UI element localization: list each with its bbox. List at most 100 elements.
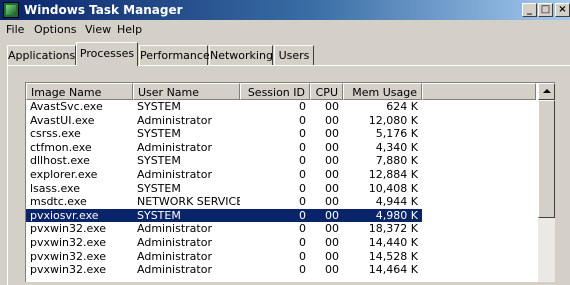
tab-processes[interactable]: Processes	[76, 42, 138, 66]
process-image-name: dllhost.exe	[30, 154, 90, 168]
table-row[interactable]: pvxwin32.exe Administrator 0 00 14,464 K	[26, 263, 536, 277]
close-button[interactable]: ×	[555, 3, 570, 17]
table-row[interactable]: AvastUI.exe Administrator 0 00 12,080 K	[26, 114, 536, 128]
process-session-id: 0	[299, 195, 306, 209]
process-session-id: 0	[299, 140, 306, 154]
process-cpu: 00	[325, 235, 339, 249]
process-user-name: Administrator	[137, 263, 212, 277]
process-image-name: ctfmon.exe	[30, 140, 92, 154]
process-user-name: Administrator	[137, 249, 212, 263]
process-user-name: SYSTEM	[137, 127, 181, 141]
table-row[interactable]: explorer.exe Administrator 0 00 12,884 K	[26, 168, 536, 182]
table-row[interactable]: pvxwin32.exe Administrator 0 00 14,528 K	[26, 250, 536, 264]
process-cpu: 00	[325, 140, 339, 154]
process-session-id: 0	[299, 127, 306, 141]
table-row[interactable]: msdtc.exe NETWORK SERVICE 0 00 4,944 K	[26, 195, 536, 209]
column-header-cpu[interactable]: CPU	[310, 83, 343, 100]
process-session-id: 0	[299, 100, 306, 113]
tab-users[interactable]: Users	[274, 45, 314, 65]
tab-applications[interactable]: Applications	[7, 45, 76, 65]
process-image-name: lsass.exe	[30, 181, 80, 195]
process-session-id: 0	[299, 208, 306, 222]
process-mem-usage: 14,440 K	[368, 235, 418, 249]
process-user-name: Administrator	[137, 222, 212, 236]
tab-performance[interactable]: Performance	[139, 45, 210, 65]
process-cpu: 00	[325, 249, 339, 263]
column-header-image-name[interactable]: Image Name	[26, 83, 133, 100]
table-row[interactable]: pvxwin32.exe Administrator 0 00 18,372 K	[26, 222, 536, 236]
process-list[interactable]: Image Name User Name Session ID CPU Mem …	[25, 82, 555, 282]
process-mem-usage: 18,372 K	[368, 222, 418, 236]
process-session-id: 0	[299, 113, 306, 127]
process-cpu: 00	[325, 154, 339, 168]
vertical-scrollbar[interactable]	[538, 83, 555, 282]
title-bar[interactable]: Windows Task Manager _ □ ×	[0, 0, 570, 20]
process-user-name: Administrator	[137, 167, 212, 181]
table-row[interactable]: csrss.exe SYSTEM 0 00 5,176 K	[26, 127, 536, 141]
process-image-name: pvxwin32.exe	[30, 263, 107, 277]
process-user-name: Administrator	[137, 235, 212, 249]
menu-options[interactable]: Options	[34, 23, 76, 36]
menu-file[interactable]: File	[6, 23, 24, 36]
process-session-id: 0	[299, 167, 306, 181]
process-mem-usage: 4,340 K	[375, 140, 418, 154]
process-rows: AvastSvc.exe SYSTEM 0 00 624 K AvastUI.exe Adm…	[26, 100, 536, 277]
process-mem-usage: 5,176 K	[375, 127, 418, 141]
process-session-id: 0	[299, 154, 306, 168]
process-cpu: 00	[325, 127, 339, 141]
process-image-name: msdtc.exe	[30, 195, 87, 209]
process-cpu: 00	[325, 181, 339, 195]
process-user-name: SYSTEM	[137, 154, 181, 168]
process-mem-usage: 10,408 K	[368, 181, 418, 195]
process-cpu: 00	[325, 263, 339, 277]
process-session-id: 0	[299, 181, 306, 195]
column-header-user-name[interactable]: User Name	[133, 83, 240, 100]
process-user-name: Administrator	[137, 113, 212, 127]
process-image-name: pvxwin32.exe	[30, 249, 107, 263]
table-row[interactable]: ctfmon.exe Administrator 0 00 4,340 K	[26, 141, 536, 155]
process-image-name: explorer.exe	[30, 167, 98, 181]
process-mem-usage: 12,884 K	[368, 167, 418, 181]
table-row[interactable]: lsass.exe SYSTEM 0 00 10,408 K	[26, 182, 536, 196]
maximize-button[interactable]: □	[538, 3, 553, 17]
scrollbar-thumb[interactable]	[538, 100, 555, 218]
menu-view[interactable]: View	[85, 23, 111, 36]
table-row[interactable]: AvastSvc.exe SYSTEM 0 00 624 K	[26, 100, 536, 114]
process-session-id: 0	[299, 263, 306, 277]
process-mem-usage: 4,944 K	[375, 195, 418, 209]
table-row[interactable]: dllhost.exe SYSTEM 0 00 7,880 K	[26, 154, 536, 168]
process-mem-usage: 624 K	[386, 100, 418, 113]
menu-help[interactable]: Help	[117, 23, 142, 36]
window-title: Windows Task Manager	[24, 3, 183, 17]
process-cpu: 00	[325, 167, 339, 181]
process-session-id: 0	[299, 222, 306, 236]
process-user-name: SYSTEM	[137, 208, 181, 222]
process-mem-usage: 14,464 K	[368, 263, 418, 277]
process-user-name: NETWORK SERVICE	[137, 195, 240, 209]
table-row[interactable]: pvxiosvr.exe SYSTEM 0 00 4,980 K	[26, 208, 536, 223]
process-image-name: csrss.exe	[30, 127, 81, 141]
column-header-filler	[422, 83, 536, 100]
table-row[interactable]: pvxwin32.exe Administrator 0 00 14,440 K	[26, 236, 536, 250]
minimize-button[interactable]: _	[522, 3, 537, 17]
column-header-mem-usage[interactable]: Mem Usage	[343, 83, 422, 100]
process-mem-usage: 4,980 K	[375, 208, 418, 222]
process-mem-usage: 7,880 K	[375, 154, 418, 168]
column-header-session-id[interactable]: Session ID	[240, 83, 310, 100]
process-image-name: pvxiosvr.exe	[30, 208, 99, 222]
process-session-id: 0	[299, 235, 306, 249]
process-cpu: 00	[325, 100, 339, 113]
process-image-name: AvastSvc.exe	[30, 100, 103, 113]
tab-networking[interactable]: Networking	[209, 45, 273, 65]
process-cpu: 00	[325, 208, 339, 222]
process-mem-usage: 12,080 K	[368, 113, 418, 127]
process-mem-usage: 14,528 K	[368, 249, 418, 263]
process-cpu: 00	[325, 195, 339, 209]
process-user-name: Administrator	[137, 140, 212, 154]
process-user-name: SYSTEM	[137, 100, 181, 113]
process-image-name: pvxwin32.exe	[30, 235, 107, 249]
process-cpu: 00	[325, 222, 339, 236]
menu-bar: File Options View Help	[0, 20, 570, 39]
task-manager-app-icon	[3, 2, 19, 18]
scroll-up-button[interactable]	[538, 83, 555, 100]
